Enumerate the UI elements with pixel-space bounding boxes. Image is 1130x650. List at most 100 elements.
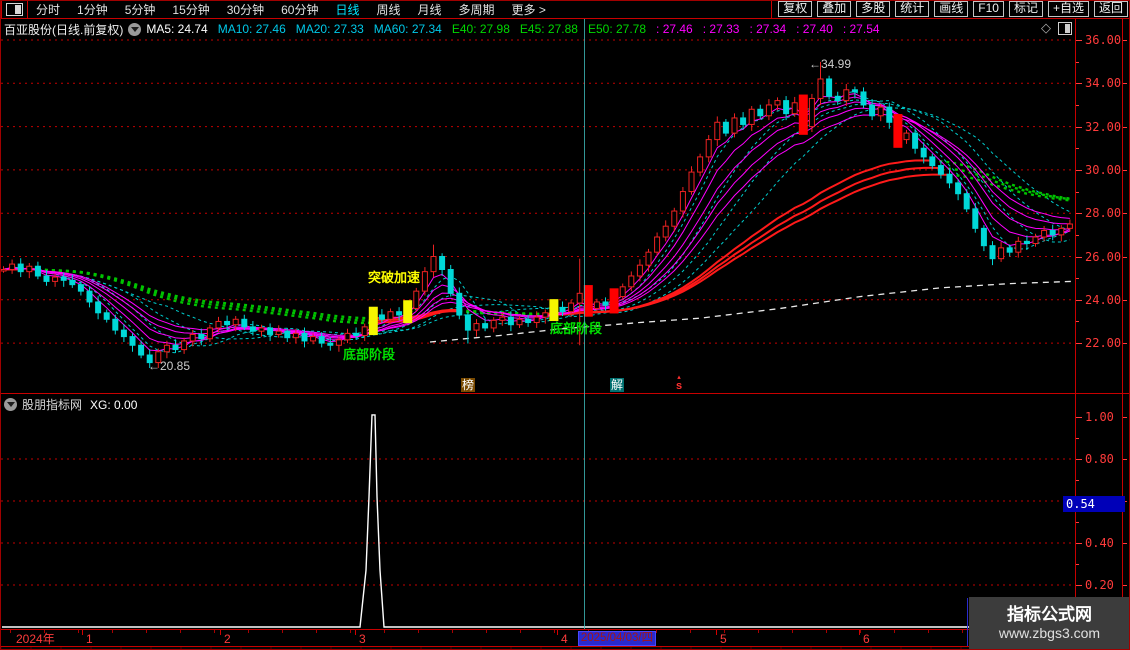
axis-right-border <box>1122 19 1123 646</box>
ma-value: : 27.54 <box>842 22 880 36</box>
time-axis-minor-tick <box>724 630 725 633</box>
axis-label: 32.00 <box>1085 119 1122 134</box>
watermark-url: www.zbgs3.com <box>998 625 1101 641</box>
panel-split-icon[interactable] <box>1058 21 1072 35</box>
signal-bar-yellow <box>368 306 378 336</box>
axis-tick <box>1076 480 1079 481</box>
ma-value: MA20: 27.33 <box>295 22 364 36</box>
chevron-down-icon[interactable] <box>4 398 17 411</box>
action-button-统计[interactable]: 统计 <box>895 1 930 17</box>
dividend-marker[interactable]: ▴ s <box>676 374 682 392</box>
axis-tick <box>1076 343 1082 345</box>
period-tab-周线[interactable]: 周线 <box>376 1 400 18</box>
time-axis-minor-tick <box>418 630 419 633</box>
ma-value: : 27.46 <box>656 22 693 36</box>
time-axis-minor-tick <box>894 630 895 633</box>
main-chart-canvas[interactable] <box>0 19 1075 393</box>
time-axis-minor-tick <box>928 630 929 633</box>
axis-tick <box>1076 61 1079 63</box>
axis-label: 0.40 <box>1085 536 1114 550</box>
action-button-+自选[interactable]: +自选 <box>1047 1 1089 17</box>
action-button-画线[interactable]: 画线 <box>934 1 969 17</box>
time-axis-tick <box>557 630 558 635</box>
period-tab-多周期[interactable]: 多周期 <box>459 1 495 18</box>
crosshair-vertical-line <box>584 19 585 629</box>
time-axis-month: 3 <box>359 632 366 646</box>
axis-tick <box>1123 256 1127 258</box>
period-tab-月线[interactable]: 月线 <box>418 1 442 18</box>
axis-tick <box>1076 104 1079 106</box>
chevron-down-icon[interactable] <box>128 22 142 36</box>
event-marker-解[interactable]: 解 <box>610 378 625 392</box>
pane-divider[interactable] <box>0 393 1130 394</box>
period-tab-15分钟[interactable]: 15分钟 <box>172 1 209 18</box>
time-axis-minor-tick <box>248 630 249 633</box>
action-button-F10[interactable]: F10 <box>973 1 1004 17</box>
signal-bar-red <box>893 114 903 148</box>
ma-value: : 27.40 <box>796 22 833 36</box>
diamond-icon[interactable]: ◇ <box>1041 20 1051 36</box>
time-axis-minor-tick <box>554 630 555 633</box>
axis-label: 36.00 <box>1085 33 1122 47</box>
indicator-canvas[interactable] <box>0 394 1075 629</box>
axis-tick <box>1123 213 1127 215</box>
time-axis-minor-tick <box>860 630 861 633</box>
axis-tick <box>1123 40 1127 41</box>
split-window-icon[interactable] <box>6 2 23 16</box>
time-axis-tick <box>716 630 717 635</box>
axis-tick <box>1123 83 1127 85</box>
axis-label: 24.00 <box>1085 292 1122 307</box>
axis-tick <box>1076 459 1082 460</box>
axis-tick <box>1076 278 1079 280</box>
time-axis-minor-tick <box>452 630 453 633</box>
time-axis-minor-tick <box>758 630 759 633</box>
axis-label: 0.80 <box>1085 452 1114 466</box>
period-tab-分时[interactable]: 分时 <box>36 1 60 18</box>
ma-value: MA60: 27.34 <box>373 22 442 36</box>
time-axis-minor-tick <box>656 630 657 633</box>
period-tab-60分钟[interactable]: 60分钟 <box>281 1 318 18</box>
ma-value: : 27.34 <box>749 22 787 36</box>
time-axis-minor-tick <box>486 630 487 633</box>
axis-tick <box>1123 126 1127 128</box>
period-tab-5分钟[interactable]: 5分钟 <box>125 1 156 18</box>
period-tab-30分钟[interactable]: 30分钟 <box>227 1 264 18</box>
time-axis-minor-tick <box>350 630 351 633</box>
indicator-header: 股朋指标网 XG: 0.00 <box>4 396 137 413</box>
top-toolbar: 分时 1分钟 5分钟 15分钟 30分钟 60分钟 日线 周线 月线 多周期 更多 > 复权 叠加 多股… <box>0 0 1130 19</box>
axis-tick <box>1123 459 1127 460</box>
axis-label: 34.00 <box>1085 76 1122 91</box>
period-tab-日线[interactable]: 日线 <box>335 1 359 18</box>
crosshair-date-box: 2025/04/03/四 <box>578 631 656 646</box>
time-axis-month: 2 <box>224 632 231 646</box>
period-tab-更多 >[interactable]: 更多 > <box>512 1 546 18</box>
action-button-复权[interactable]: 复权 <box>778 1 813 17</box>
watermark-edge-line <box>967 598 968 646</box>
time-axis-minor-tick <box>10 630 11 633</box>
event-marker-榜[interactable]: 榜 <box>461 378 476 392</box>
time-axis-minor-tick <box>146 630 147 633</box>
period-tab-1分钟[interactable]: 1分钟 <box>77 1 108 18</box>
time-axis-minor-tick <box>282 630 283 633</box>
window-icon-box[interactable] <box>0 0 28 18</box>
axis-label: 30.00 <box>1085 162 1122 177</box>
axis-tick <box>1123 585 1127 586</box>
chart-annotation: 突破加速 <box>368 270 421 285</box>
indicator-value: XG: 0.00 <box>90 397 138 412</box>
time-axis-month: 1 <box>86 632 93 646</box>
axis-left-border <box>1075 19 1076 646</box>
axis-tick <box>1123 417 1127 418</box>
ma-value: E50: 27.78 <box>587 22 647 36</box>
time-axis-minor-tick <box>792 630 793 633</box>
time-axis-tick <box>82 630 83 635</box>
action-button-返回[interactable]: 返回 <box>1093 1 1128 17</box>
action-button-叠加[interactable]: 叠加 <box>817 1 852 17</box>
time-axis-month: 5 <box>720 632 727 646</box>
chart-title-bar: 百亚股份(日线.前复权) MA5: 24.74 MA10: 27.46 MA20: … <box>4 20 1070 38</box>
chart-annotation: ←34.99 <box>809 57 852 71</box>
time-axis-minor-tick <box>826 630 827 633</box>
action-button-多股[interactable]: 多股 <box>856 1 891 17</box>
action-button-标记[interactable]: 标记 <box>1008 1 1043 17</box>
axis-label: 28.00 <box>1085 206 1122 221</box>
axis-label: 0.20 <box>1085 578 1114 592</box>
